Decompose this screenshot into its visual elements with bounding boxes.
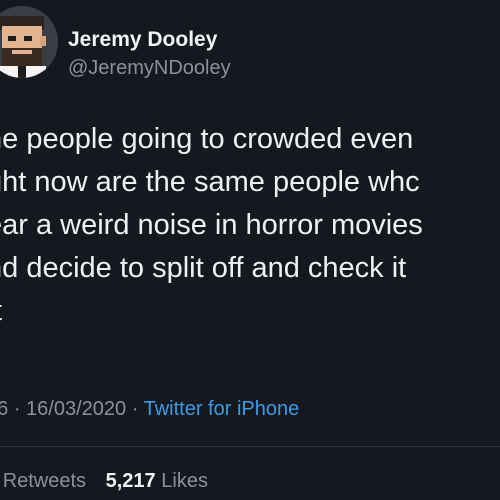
tweet-text-line: ear a weird noise in horror movies [0, 209, 423, 241]
tweet-text-line: ght now are the same people whc [0, 166, 420, 198]
avatar[interactable] [0, 6, 58, 78]
retweets-label: Retweets [2, 470, 87, 492]
tweet-text-line: nd decide to split off and check it [0, 252, 407, 284]
avatar-icon [0, 6, 58, 78]
tweet-time[interactable]: 46 [0, 398, 8, 420]
meta-separator: · [13, 398, 21, 420]
likes-stat[interactable]: 5,217 Likes [106, 470, 208, 492]
tweet-text-line: ne people going to crowded even [0, 123, 414, 155]
tweet-text-line: ıt [0, 290, 500, 333]
likes-count: 5,217 [105, 470, 156, 492]
tweet: Jeremy Dooley @JeremyNDooley ne people g… [0, 0, 500, 500]
tweet-text: ne people going to crowded even ght now … [0, 118, 500, 333]
tweet-stats: 4 Retweets 5,217 Likes [0, 470, 222, 493]
divider [0, 446, 500, 447]
tweet-meta: 46 · 16/03/2020 · Twitter for iPhone [0, 398, 299, 421]
author-display-name[interactable]: Jeremy Dooley [68, 28, 217, 52]
tweet-date[interactable]: 16/03/2020 [26, 398, 126, 420]
meta-separator: · [131, 398, 139, 420]
tweet-source-link[interactable]: Twitter for iPhone [144, 398, 300, 420]
retweets-stat[interactable]: 4 Retweets [0, 470, 86, 492]
author-handle[interactable]: @JeremyNDooley [68, 57, 231, 80]
likes-label: Likes [161, 470, 208, 492]
